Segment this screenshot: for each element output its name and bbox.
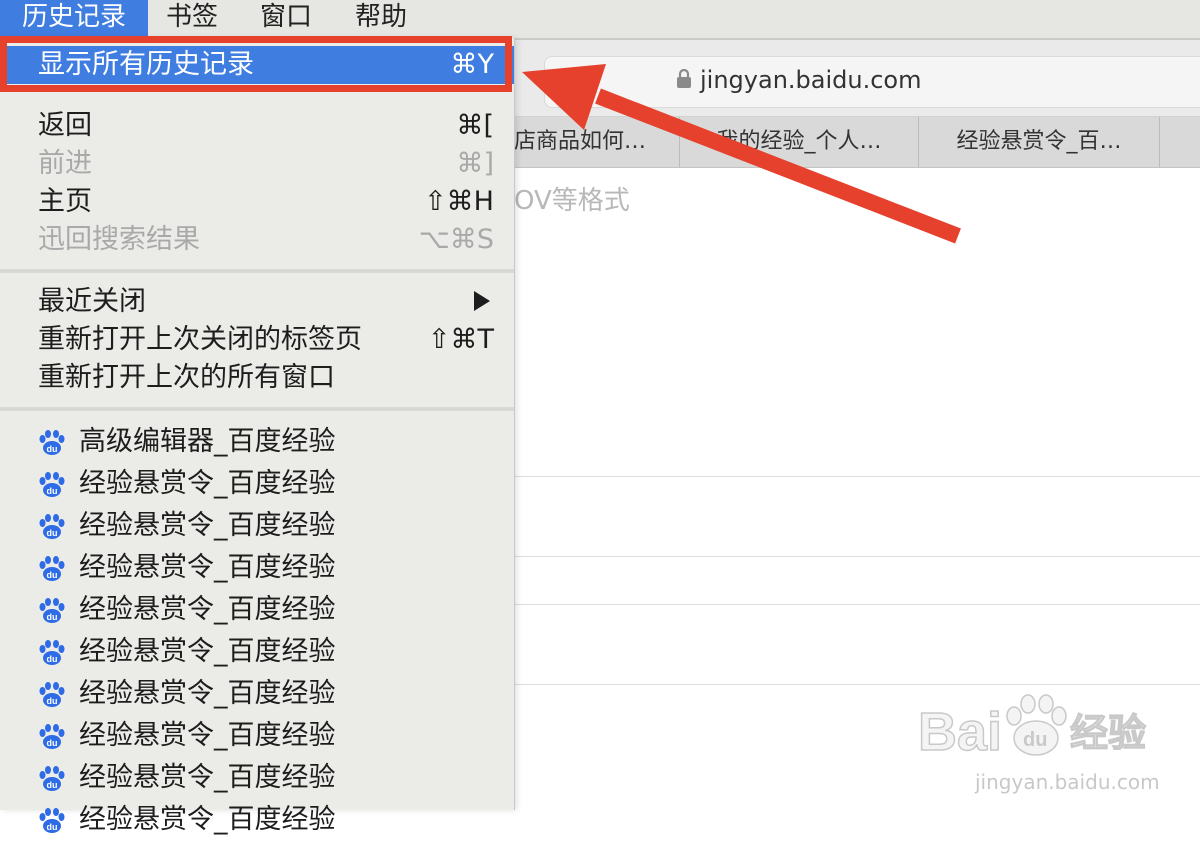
svg-text:du: du bbox=[47, 486, 58, 496]
divider bbox=[514, 556, 1200, 557]
history-list-item[interactable]: du 经验悬赏令_百度经验 bbox=[0, 463, 514, 505]
tab-3[interactable]: 经验悬赏令_百… bbox=[919, 117, 1160, 167]
menu-item-home[interactable]: 主页 ⇧⌘H bbox=[0, 183, 514, 221]
svg-text:Bai: Bai bbox=[918, 702, 1002, 762]
menu-item-shortcut: ⇧⌘T bbox=[427, 324, 494, 355]
history-list-item[interactable]: du 经验悬赏令_百度经验 bbox=[0, 715, 514, 757]
svg-text:du: du bbox=[47, 696, 58, 706]
svg-text:du: du bbox=[47, 612, 58, 622]
url-text[interactable]: jingyan.baidu.com bbox=[700, 66, 921, 94]
menu-item-shortcut: ⇧⌘H bbox=[424, 186, 494, 217]
menu-item-reopen-all-windows[interactable]: 重新打开上次的所有窗口 bbox=[0, 359, 514, 397]
page-content-text: OV等格式 bbox=[514, 186, 630, 216]
menu-item-recently-closed[interactable]: 最近关闭 bbox=[0, 283, 514, 321]
history-item-label: 经验悬赏令_百度经验 bbox=[79, 594, 336, 625]
history-item-label: 经验悬赏令_百度经验 bbox=[79, 762, 336, 793]
svg-text:经验: 经验 bbox=[1070, 711, 1146, 755]
menu-item-label: 迅回搜索结果 bbox=[38, 224, 200, 255]
svg-text:du: du bbox=[47, 822, 58, 832]
menu-item-label: 重新打开上次关闭的标签页 bbox=[38, 324, 362, 355]
history-item-label: 经验悬赏令_百度经验 bbox=[79, 720, 336, 751]
svg-text:du: du bbox=[47, 780, 58, 790]
svg-text:du: du bbox=[1023, 729, 1047, 751]
menu-item-label: 主页 bbox=[38, 186, 92, 217]
history-list-item[interactable]: du 经验悬赏令_百度经验 bbox=[0, 799, 514, 841]
baidu-paw-icon: du bbox=[39, 598, 65, 623]
menu-item-shortcut: ⌘[ bbox=[456, 110, 494, 141]
menu-item-reopen-last-tab[interactable]: 重新打开上次关闭的标签页 ⇧⌘T bbox=[0, 321, 514, 359]
history-list-item[interactable]: du 高级编辑器_百度经验 bbox=[0, 421, 514, 463]
history-list-item[interactable]: du 经验悬赏令_百度经验 bbox=[0, 505, 514, 547]
submenu-arrow-icon bbox=[474, 291, 490, 311]
history-item-label: 经验悬赏令_百度经验 bbox=[79, 636, 336, 667]
baidu-paw-icon: du bbox=[39, 472, 65, 497]
history-list-item[interactable]: du 经验悬赏令_百度经验 bbox=[0, 589, 514, 631]
tab-2[interactable]: 我的经验_个人… bbox=[680, 117, 919, 167]
history-item-label: 经验悬赏令_百度经验 bbox=[79, 510, 336, 541]
menubar-history[interactable]: 历史记录 bbox=[0, 0, 148, 38]
menu-separator bbox=[0, 269, 514, 273]
watermark-url: jingyan.baidu.com bbox=[975, 770, 1160, 794]
history-item-label: 经验悬赏令_百度经验 bbox=[79, 468, 336, 499]
history-item-label: 高级编辑器_百度经验 bbox=[79, 426, 336, 457]
menu-item-shortcut: ⌥⌘S bbox=[418, 224, 494, 255]
baidu-paw-icon: du bbox=[39, 766, 65, 791]
menu-bar: 历史记录 书签 窗口 帮助 bbox=[0, 0, 1200, 40]
menu-item-label: 最近关闭 bbox=[38, 286, 146, 317]
history-menu: 显示所有历史记录 ⌘Y 返回 ⌘[ 前进 ⌘] 主页 ⇧⌘H 迅回搜索结果 ⌥⌘… bbox=[0, 36, 515, 835]
svg-text:du: du bbox=[47, 444, 58, 454]
history-item-label: 经验悬赏令_百度经验 bbox=[79, 678, 336, 709]
menubar-window[interactable]: 窗口 bbox=[260, 0, 312, 38]
history-list-item[interactable]: du 经验悬赏令_百度经验 bbox=[0, 673, 514, 715]
menu-item-back[interactable]: 返回 ⌘[ bbox=[0, 107, 514, 145]
menu-item-search-results: 迅回搜索结果 ⌥⌘S bbox=[0, 221, 514, 259]
baidu-paw-icon: du bbox=[39, 430, 65, 455]
menu-item-label: 返回 bbox=[38, 110, 92, 141]
menu-item-forward: 前进 ⌘] bbox=[0, 145, 514, 183]
divider bbox=[514, 476, 1200, 477]
history-item-label: 经验悬赏令_百度经验 bbox=[79, 804, 336, 835]
lock-icon bbox=[677, 69, 691, 88]
svg-text:du: du bbox=[47, 528, 58, 538]
baidu-paw-icon: du bbox=[39, 556, 65, 581]
tab-1[interactable]: 店商品如何… bbox=[514, 117, 680, 167]
menu-item-label: 重新打开上次的所有窗口 bbox=[38, 362, 335, 393]
baidu-paw-icon: du bbox=[39, 682, 65, 707]
baidu-paw-icon: du bbox=[39, 640, 65, 665]
history-list-item[interactable]: du 经验悬赏令_百度经验 bbox=[0, 631, 514, 673]
history-list-item[interactable]: du 经验悬赏令_百度经验 bbox=[0, 757, 514, 799]
baidu-paw-icon: du bbox=[39, 808, 65, 833]
menubar-help[interactable]: 帮助 bbox=[355, 0, 407, 38]
baidu-paw-icon: du bbox=[39, 724, 65, 749]
menu-item-shortcut: ⌘] bbox=[456, 148, 494, 179]
highlight-box bbox=[0, 36, 512, 92]
tab-bar: 店商品如何… 我的经验_个人… 经验悬赏令_百… bbox=[514, 117, 1200, 168]
menu-item-label: 前进 bbox=[38, 148, 92, 179]
history-list-item[interactable]: du 经验悬赏令_百度经验 bbox=[0, 547, 514, 589]
menubar-bookmarks[interactable]: 书签 bbox=[166, 0, 218, 38]
history-item-label: 经验悬赏令_百度经验 bbox=[79, 552, 336, 583]
divider bbox=[514, 604, 1200, 605]
svg-text:du: du bbox=[47, 570, 58, 580]
baidu-paw-icon: du bbox=[39, 514, 65, 539]
svg-text:du: du bbox=[47, 738, 58, 748]
menu-separator bbox=[0, 407, 514, 411]
svg-text:du: du bbox=[47, 654, 58, 664]
